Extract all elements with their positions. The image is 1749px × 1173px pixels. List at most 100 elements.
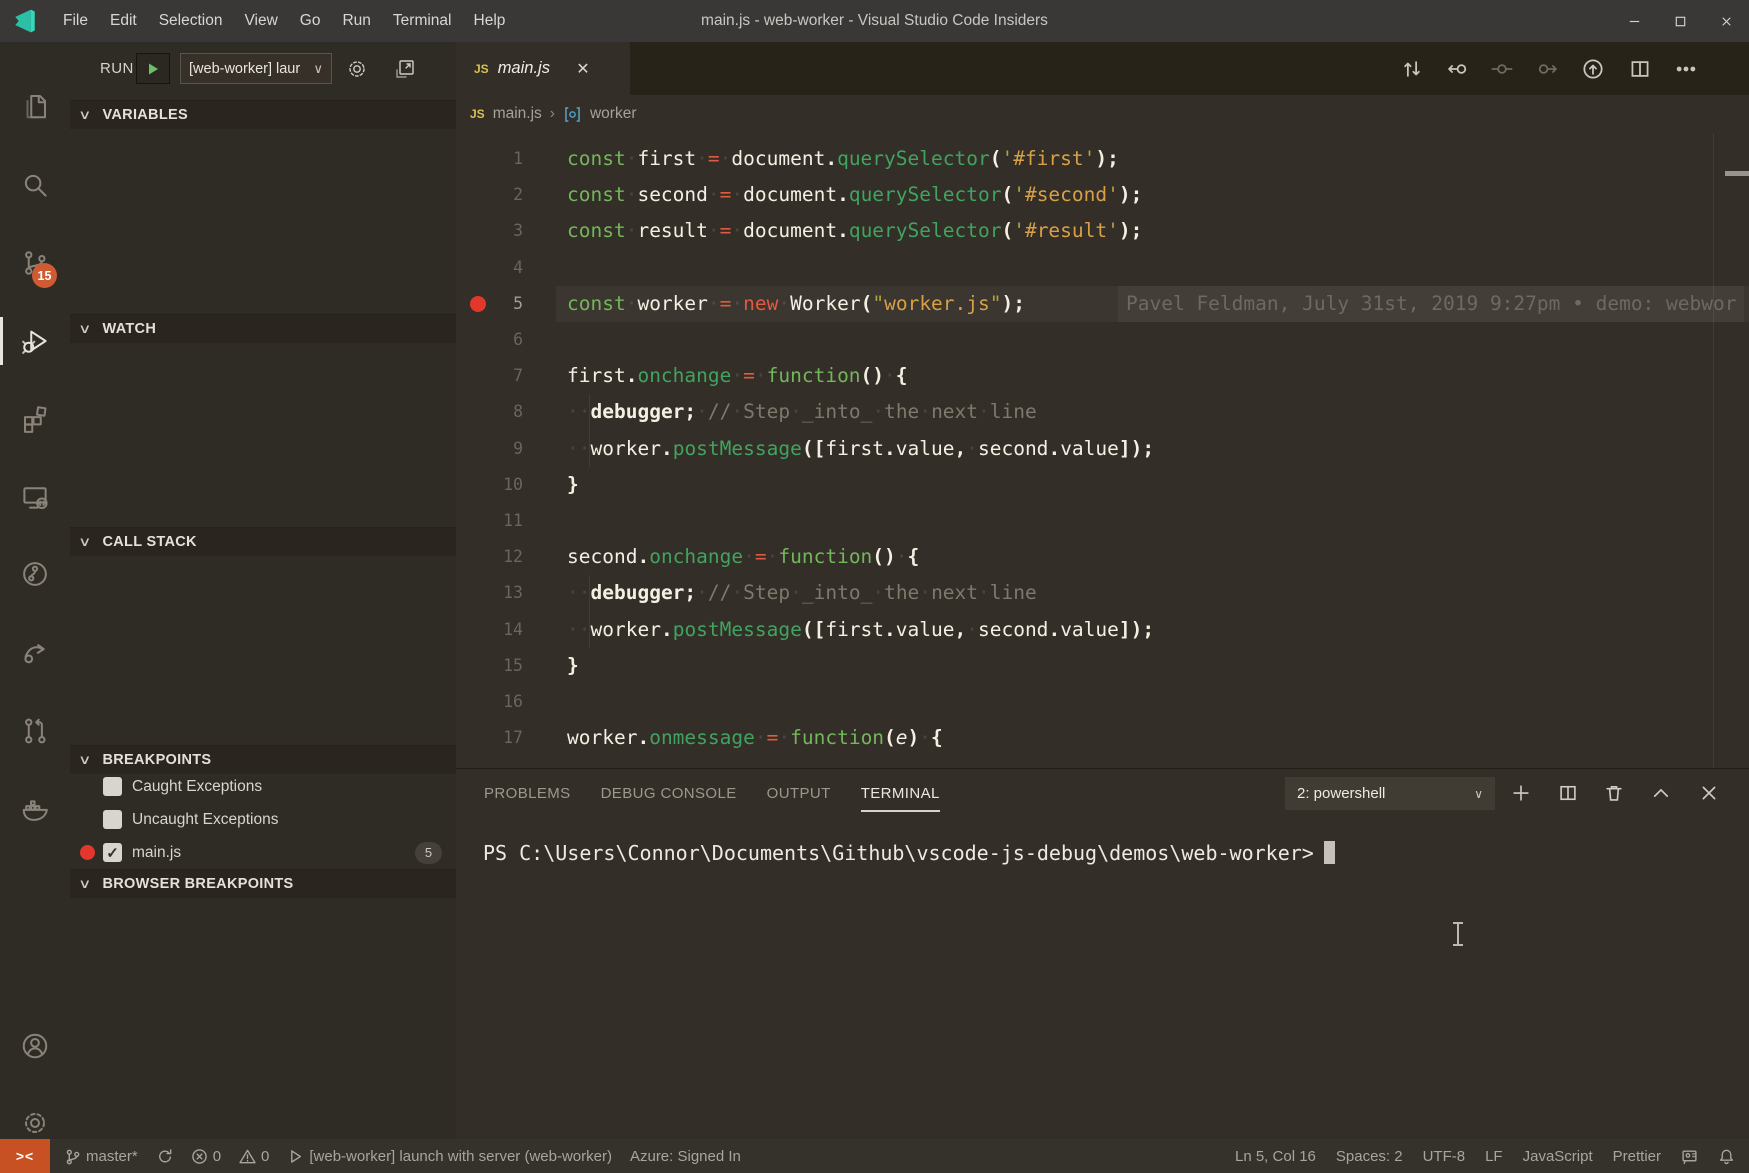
status-azure-signed-in[interactable]: Azure: Signed In: [630, 1148, 741, 1165]
section-header-variables[interactable]: ∨VARIABLES: [70, 100, 456, 129]
checkbox[interactable]: ✓: [103, 843, 122, 862]
line-number[interactable]: 6: [456, 322, 523, 358]
status-feedback-icon[interactable]: [1681, 1148, 1698, 1165]
code-line-12[interactable]: 12second.onchange·=·function()·{: [456, 539, 1749, 575]
activity-extensions-icon[interactable]: [0, 393, 70, 445]
close-tab-icon[interactable]: ✕: [572, 58, 594, 80]
activity-accounts-icon[interactable]: [0, 1020, 70, 1072]
checkbox[interactable]: [103, 777, 122, 796]
line-number[interactable]: 4: [456, 250, 523, 286]
status-prettier[interactable]: Prettier: [1613, 1148, 1661, 1165]
navigate-back-icon[interactable]: [1442, 55, 1474, 83]
code-line-3[interactable]: 3const·result·=·document.querySelector('…: [456, 213, 1749, 249]
line-number[interactable]: 7: [456, 358, 523, 394]
new-terminal-icon[interactable]: [1505, 779, 1537, 807]
breadcrumb-file[interactable]: main.js: [493, 105, 542, 123]
menu-selection[interactable]: Selection: [148, 0, 234, 42]
breadcrumb[interactable]: JS main.js › worker: [456, 95, 636, 133]
scrollbar-thumb[interactable]: [1725, 171, 1749, 176]
split-editor-icon[interactable]: [1624, 55, 1656, 83]
line-number[interactable]: 3: [456, 213, 523, 249]
launch-config-dropdown[interactable]: [web-worker] laur ∨: [180, 53, 332, 84]
code-line-5[interactable]: 5const·worker·=·new·Worker("worker.js");…: [456, 286, 1749, 322]
panel-tab-output[interactable]: OUTPUT: [767, 779, 831, 808]
status-utf-8[interactable]: UTF-8: [1423, 1148, 1466, 1165]
status-lf[interactable]: LF: [1485, 1148, 1503, 1165]
line-number[interactable]: 9: [456, 431, 523, 467]
line-number[interactable]: 13: [456, 575, 523, 611]
code-line-17[interactable]: 17worker.onmessage·=·function(e)·{: [456, 720, 1749, 756]
activity-remote-explorer-icon[interactable]: [0, 471, 70, 523]
line-number[interactable]: 12: [456, 539, 523, 575]
debug-console-icon[interactable]: [390, 55, 420, 83]
breakpoint-row-main.js[interactable]: ✓main.js5: [70, 836, 456, 869]
code-line-6[interactable]: 6: [456, 322, 1749, 358]
menu-help[interactable]: Help: [463, 0, 517, 42]
status-0[interactable]: 0: [191, 1148, 221, 1165]
activity-live-share-icon[interactable]: [0, 626, 70, 678]
status-spaces-2[interactable]: Spaces: 2: [1336, 1148, 1403, 1165]
activity-run-and-debug-icon[interactable]: [0, 315, 70, 367]
panel-tab-terminal[interactable]: TERMINAL: [861, 779, 940, 808]
maximize-button[interactable]: [1657, 0, 1703, 42]
timeline-icon[interactable]: [1577, 55, 1609, 83]
line-number[interactable]: 5: [456, 286, 523, 322]
activity-search-icon[interactable]: [0, 159, 70, 211]
menu-edit[interactable]: Edit: [99, 0, 148, 42]
status-javascript[interactable]: JavaScript: [1523, 1148, 1593, 1165]
status-sync-icon[interactable]: [156, 1148, 173, 1165]
code-lines[interactable]: 1const·first·=·document.querySelector('#…: [456, 141, 1749, 768]
activity-docker-icon[interactable]: [0, 782, 70, 834]
navigate-position-icon[interactable]: [1486, 55, 1518, 83]
breakpoint-row-uncaught-exceptions[interactable]: Uncaught Exceptions: [70, 803, 456, 836]
code-line-2[interactable]: 2const·second·=·document.querySelector('…: [456, 177, 1749, 213]
code-line-16[interactable]: 16: [456, 684, 1749, 720]
navigate-forward-icon[interactable]: [1531, 55, 1563, 83]
line-number[interactable]: 8: [456, 394, 523, 430]
panel-tab-problems[interactable]: PROBLEMS: [484, 779, 571, 808]
activity-github-pull-requests-icon[interactable]: [0, 705, 70, 757]
breakpoint-row-caught-exceptions[interactable]: Caught Exceptions: [70, 770, 456, 803]
code-line-11[interactable]: 11: [456, 503, 1749, 539]
panel-tab-debug-console[interactable]: DEBUG CONSOLE: [601, 779, 737, 808]
menu-go[interactable]: Go: [289, 0, 332, 42]
checkbox[interactable]: [103, 810, 122, 829]
status-bell-icon[interactable]: [1718, 1148, 1735, 1165]
close-panel-icon[interactable]: [1693, 779, 1725, 807]
code-line-15[interactable]: 15}: [456, 648, 1749, 684]
terminal[interactable]: PS C:\Users\Connor\Documents\Github\vsco…: [456, 817, 1749, 1139]
code-line-10[interactable]: 10}: [456, 467, 1749, 503]
split-terminal-icon[interactable]: [1552, 779, 1584, 807]
status-ln-5-col-16[interactable]: Ln 5, Col 16: [1235, 1148, 1316, 1165]
code-line-14[interactable]: 14··worker.postMessage([first.value,·sec…: [456, 612, 1749, 648]
remote-indicator[interactable]: ><: [0, 1139, 50, 1173]
status-master[interactable]: master*: [64, 1148, 138, 1165]
code-editor[interactable]: JS main.js › worker 1const·first·=·docum…: [456, 95, 1749, 768]
menu-terminal[interactable]: Terminal: [382, 0, 463, 42]
menu-file[interactable]: File: [52, 0, 99, 42]
code-line-9[interactable]: 9··worker.postMessage([first.value,·seco…: [456, 431, 1749, 467]
line-number[interactable]: 17: [456, 720, 523, 756]
line-number[interactable]: 10: [456, 467, 523, 503]
gear-icon[interactable]: [342, 55, 372, 83]
menu-view[interactable]: View: [233, 0, 288, 42]
minimize-button[interactable]: [1611, 0, 1657, 42]
activity-gitlens-icon[interactable]: [0, 548, 70, 600]
line-number[interactable]: 16: [456, 684, 523, 720]
section-header-watch[interactable]: ∨WATCH: [70, 314, 456, 343]
line-number[interactable]: 2: [456, 177, 523, 213]
code-line-4[interactable]: 4: [456, 250, 1749, 286]
line-number[interactable]: 14: [456, 612, 523, 648]
breadcrumb-symbol[interactable]: worker: [590, 105, 637, 123]
maximize-panel-icon[interactable]: [1645, 779, 1677, 807]
activity-explorer-icon[interactable]: [0, 80, 70, 132]
section-header-browser-breakpoints[interactable]: ∨BROWSER BREAKPOINTS: [70, 869, 456, 898]
close-button[interactable]: [1703, 0, 1749, 42]
terminal-picker-dropdown[interactable]: 2: powershell ∨: [1285, 777, 1495, 810]
more-actions-icon[interactable]: [1670, 55, 1702, 83]
code-line-1[interactable]: 1const·first·=·document.querySelector('#…: [456, 141, 1749, 177]
status-web-worker-launch-with-server-web-worker[interactable]: [web-worker] launch with server (web-wor…: [287, 1148, 612, 1165]
open-changes-icon[interactable]: [1396, 55, 1428, 83]
section-header-call-stack[interactable]: ∨CALL STACK: [70, 527, 456, 556]
status-0[interactable]: 0: [239, 1148, 269, 1165]
